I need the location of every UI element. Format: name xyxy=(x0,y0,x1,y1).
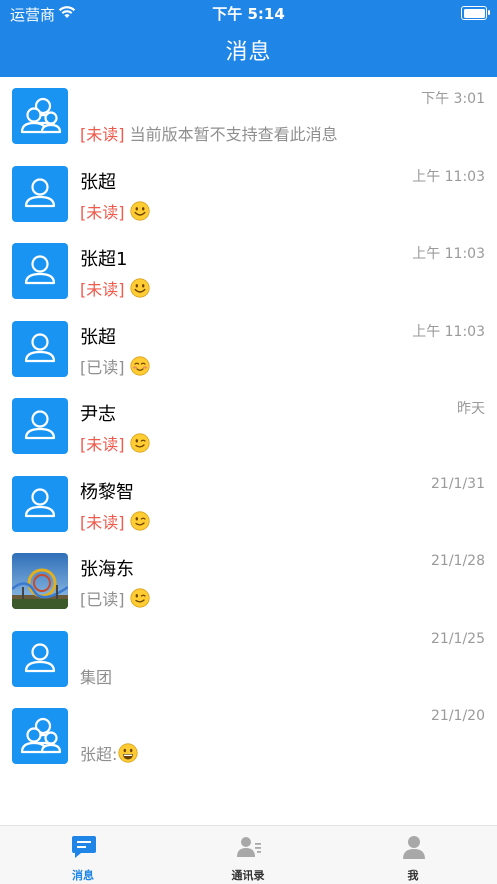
conversation-item[interactable]: 张超 上午 11:03 [已读] xyxy=(0,310,497,388)
conversation-preview: [已读] xyxy=(80,586,150,610)
tab-label: 我 xyxy=(407,869,419,882)
conversation-item[interactable]: 张超1 上午 11:03 [未读] xyxy=(0,232,497,310)
conversation-preview: [未读] xyxy=(80,276,150,300)
conversation-preview: [未读] xyxy=(80,509,150,533)
user-avatar-icon xyxy=(12,475,68,532)
tab-bar: 消息 通讯录 我 xyxy=(0,825,497,884)
conversation-item[interactable]: 尹志 昨天 [未读] xyxy=(0,387,497,465)
smile-emoji-icon xyxy=(129,200,150,221)
conversation-time: 21/1/20 xyxy=(431,708,485,724)
preview-text: 张超: xyxy=(80,745,118,764)
user-avatar-icon xyxy=(12,398,68,454)
tab-contacts[interactable]: 通讯录 xyxy=(188,826,308,884)
conversation-list: 下午 3:01 [未读] 当前版本暂不支持查看此消息 张超 上午 11:03 [未读] 张… xyxy=(0,77,497,775)
tab-messages[interactable]: 消息 xyxy=(23,826,143,884)
conversation-time: 上午 11:03 xyxy=(412,246,485,262)
conversation-item[interactable]: 下午 3:01 [未读] 当前版本暂不支持查看此消息 xyxy=(0,77,497,155)
conversation-preview: [未读] xyxy=(80,431,150,455)
conversation-preview: [已读] xyxy=(80,354,150,378)
conversation-preview: [未读] xyxy=(80,199,150,223)
conversation-time: 上午 11:03 xyxy=(412,168,485,185)
wink-emoji-icon xyxy=(129,588,150,608)
chat-bubble-icon xyxy=(71,834,97,860)
conversation-preview: [未读] 当前版本暂不支持查看此消息 xyxy=(80,121,338,145)
unread-tag: [未读] xyxy=(80,280,125,299)
wink-emoji-icon xyxy=(129,510,150,531)
user-avatar-icon xyxy=(12,630,68,687)
preview-text: 当前版本暂不支持查看此消息 xyxy=(124,125,338,144)
conversation-time: 上午 11:03 xyxy=(412,323,485,340)
conversation-name: 张超 xyxy=(80,171,116,193)
status-time: 下午 5:14 xyxy=(212,5,285,23)
tab-label: 通讯录 xyxy=(231,869,265,882)
conversation-name: 张海东 xyxy=(80,559,134,580)
preview-text: 集团 xyxy=(80,667,113,687)
conversation-time: 昨天 xyxy=(457,401,485,417)
conversation-name: 尹志 xyxy=(80,404,116,425)
blush-emoji-icon xyxy=(129,355,150,376)
tab-me[interactable]: 我 xyxy=(353,826,473,884)
page-title: 消息 xyxy=(225,40,272,65)
read-tag: [已读] xyxy=(80,590,125,609)
wink-emoji-icon xyxy=(129,433,150,453)
conversation-item[interactable]: 张海东 21/1/28 [已读] xyxy=(0,542,497,620)
battery-icon xyxy=(461,6,490,20)
person-icon xyxy=(401,834,427,860)
unread-tag: [未读] xyxy=(80,125,125,144)
conversation-name: 张超 xyxy=(80,326,116,348)
conversation-time: 21/1/28 xyxy=(431,553,485,569)
status-bar: 运营商 下午 5:14 xyxy=(0,0,497,26)
user-avatar-icon xyxy=(12,165,68,222)
conversation-name: 张超1 xyxy=(80,249,128,270)
smile-emoji-icon xyxy=(129,278,150,298)
unread-tag: [未读] xyxy=(80,435,125,454)
conversation-item[interactable]: 21/1/25 集团 xyxy=(0,620,497,698)
conversation-time: 下午 3:01 xyxy=(421,91,485,107)
conversation-item[interactable]: 张超 上午 11:03 [未读] xyxy=(0,155,497,233)
top-header: 运营商 下午 5:14 消息 xyxy=(0,0,497,77)
read-tag: [已读] xyxy=(80,357,125,377)
conversation-time: 21/1/25 xyxy=(431,630,485,647)
user-avatar-icon xyxy=(12,243,68,299)
group-avatar-icon xyxy=(12,708,68,764)
unread-tag: [未读] xyxy=(80,512,125,532)
conversation-time: 21/1/31 xyxy=(431,475,485,492)
avatar-photo xyxy=(12,553,68,609)
tab-label: 消息 xyxy=(72,869,94,882)
conversation-preview: 张超: xyxy=(80,741,139,765)
unread-tag: [未读] xyxy=(80,202,125,222)
user-avatar-icon xyxy=(12,320,68,377)
contacts-icon xyxy=(236,834,262,860)
conversation-item[interactable]: 21/1/20 张超: xyxy=(0,697,497,775)
conversation-item[interactable]: 杨黎智 21/1/31 [未读] xyxy=(0,465,497,543)
conversation-preview: 集团 xyxy=(80,664,112,688)
conversation-name: 杨黎智 xyxy=(80,481,134,503)
group-avatar-icon xyxy=(12,88,68,144)
grin-emoji-icon xyxy=(118,743,139,763)
